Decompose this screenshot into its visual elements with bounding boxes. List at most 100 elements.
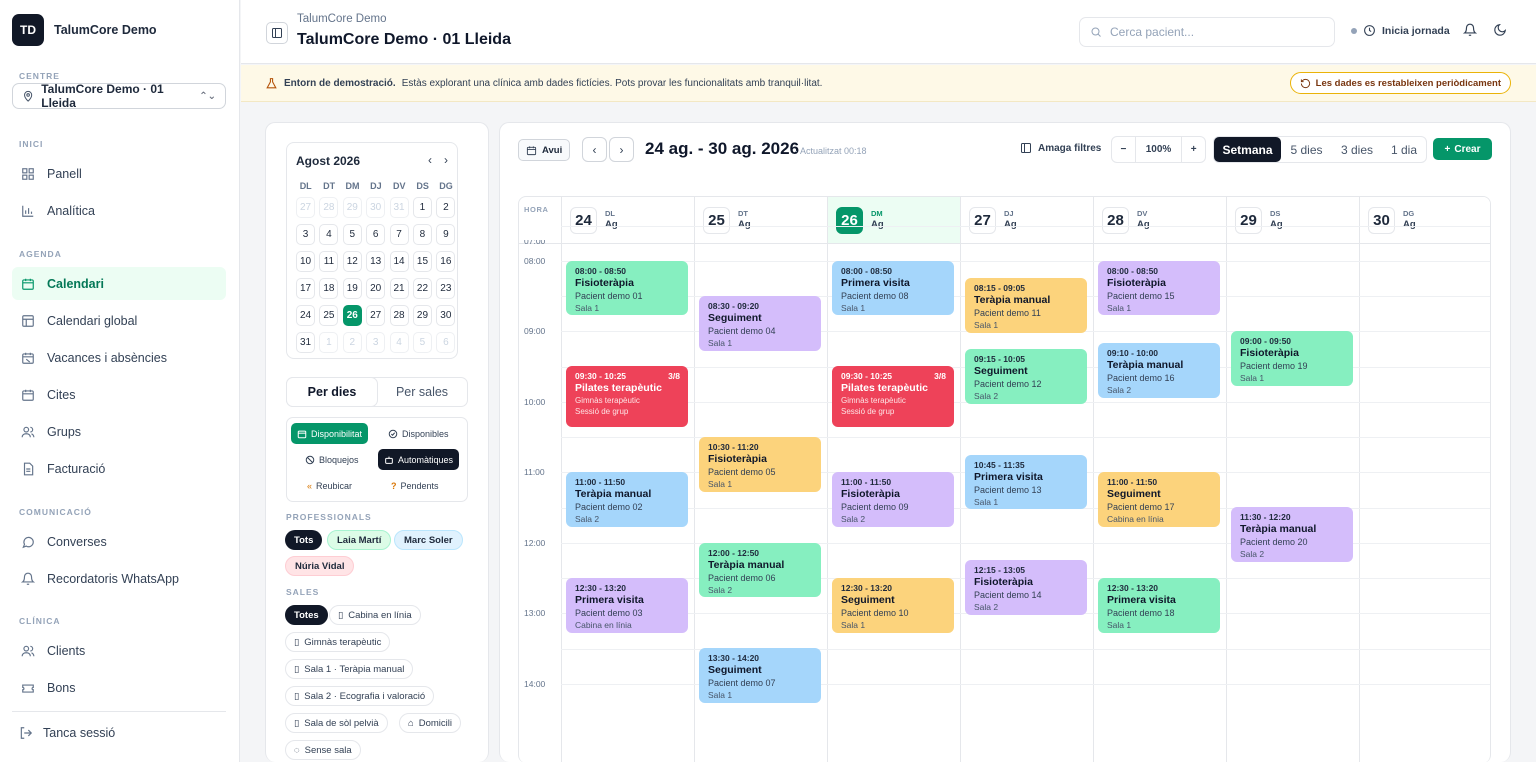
mini-calendar-day[interactable]: 29 bbox=[342, 197, 362, 218]
mini-calendar-day[interactable]: 2 bbox=[436, 197, 456, 218]
mini-calendar-day[interactable]: 29 bbox=[412, 305, 432, 326]
filter-disponibilitat[interactable]: Disponibilitat bbox=[291, 423, 369, 444]
appointment-card[interactable]: 12:00 - 12:50 Teràpia manual Pacient demo … bbox=[699, 542, 821, 598]
day-column-header[interactable]: 29 DS Ag bbox=[1226, 197, 1359, 243]
prev-week-button[interactable]: ‹ bbox=[582, 137, 607, 162]
professional-chip-tots[interactable]: Tots bbox=[285, 530, 323, 550]
mini-calendar-day[interactable]: 30 bbox=[366, 197, 386, 218]
appointment-card[interactable]: 09:30 - 10:25 Pilates terapèutic Gimnàs te… bbox=[566, 366, 688, 427]
professional-chip-nuria[interactable]: Núria Vidal bbox=[285, 556, 355, 576]
appointment-card[interactable]: 09:30 - 10:25 Pilates terapèutic Gimnàs te… bbox=[832, 366, 954, 427]
mini-calendar-day[interactable]: 6 bbox=[436, 332, 456, 353]
mini-calendar-day[interactable]: 14 bbox=[389, 251, 409, 272]
appointment-card[interactable]: 12:15 - 13:05 Fisioteràpia Pacient demo 14… bbox=[965, 560, 1087, 615]
mini-calendar-day[interactable]: 3 bbox=[366, 332, 386, 353]
sidebar-item-calendari-global[interactable]: Calendari global bbox=[12, 304, 226, 337]
day-column-header[interactable]: 26 DM Ag bbox=[827, 197, 960, 243]
appointment-card[interactable]: 13:30 - 14:20 Seguiment Pacient demo 07 Sal… bbox=[699, 648, 821, 704]
appointment-card[interactable]: 12:30 - 13:20 Primera visita Pacient demo … bbox=[1098, 577, 1220, 633]
day-column-header[interactable]: 30 DG Ag bbox=[1359, 197, 1490, 243]
mini-calendar-day[interactable]: 24 bbox=[296, 305, 315, 326]
mini-calendar-day[interactable]: 15 bbox=[412, 251, 432, 272]
room-chip-sense[interactable]: ◌ Sense sala bbox=[285, 740, 361, 760]
brand[interactable]: TD TalumCore Demo bbox=[12, 14, 157, 46]
mini-calendar-day[interactable]: 21 bbox=[389, 278, 409, 299]
zoom-in-button[interactable]: + bbox=[1182, 144, 1205, 155]
mini-calendar-day[interactable]: 9 bbox=[436, 224, 456, 245]
day-column-header[interactable]: 27 DJ Ag bbox=[960, 197, 1093, 243]
day-column-header[interactable]: 28 DV Ag bbox=[1093, 197, 1226, 243]
filter-bloquejos[interactable]: Bloquejos bbox=[299, 449, 365, 470]
mini-calendar-day[interactable]: 28 bbox=[389, 305, 409, 326]
mini-calendar-day[interactable]: 12 bbox=[342, 251, 362, 272]
appointment-card[interactable]: 11:00 - 11:50 Fisioteràpia Pacient demo 09… bbox=[832, 472, 954, 527]
appointment-card[interactable]: 08:00 - 08:50 Fisioteràpia Pacient demo 15… bbox=[1098, 260, 1220, 316]
appointment-card[interactable]: 11:00 - 11:50 Teràpia manual Pacient demo … bbox=[566, 472, 688, 527]
filter-pendents[interactable]: ? Pendents bbox=[385, 475, 445, 496]
sidebar-item-recordatoris[interactable]: Recordatoris WhatsApp bbox=[12, 562, 226, 595]
mini-calendar-day[interactable]: 13 bbox=[366, 251, 386, 272]
room-chip-sol[interactable]: ▯ Sala de sòl pelvià bbox=[285, 713, 388, 733]
room-chip-sala2[interactable]: ▯ Sala 2 · Ecografia i valoració bbox=[285, 686, 435, 706]
view-1-dia[interactable]: 1 dia bbox=[1382, 137, 1426, 162]
sidebar-item-bons[interactable]: Bons bbox=[12, 671, 226, 704]
sidebar-item-grups[interactable]: Grups bbox=[12, 415, 226, 448]
appointment-card[interactable]: 10:30 - 11:20 Fisioteràpia Pacient demo 05… bbox=[699, 436, 821, 492]
mode-per-dies[interactable]: Per dies bbox=[287, 378, 377, 406]
mini-calendar-day[interactable]: 27 bbox=[366, 305, 386, 326]
mini-calendar-day[interactable]: 31 bbox=[389, 197, 409, 218]
mini-calendar-day[interactable]: 30 bbox=[436, 305, 456, 326]
professional-chip-laia[interactable]: Laia Martí bbox=[327, 530, 392, 550]
hide-filters-button[interactable]: Amaga filtres bbox=[1020, 142, 1101, 154]
sidebar-toggle-button[interactable] bbox=[266, 22, 288, 44]
logout-button[interactable]: Tanca sessió bbox=[19, 726, 115, 740]
sidebar-item-facturacio[interactable]: Facturació bbox=[12, 452, 226, 485]
sidebar-item-cites[interactable]: Cites bbox=[12, 378, 226, 411]
day-column-header[interactable]: 25 DT Ag bbox=[694, 197, 827, 243]
mini-calendar-day[interactable]: 17 bbox=[296, 278, 315, 299]
centre-select[interactable]: TalumCore Demo · 01 Lleida ⌃⌄ bbox=[12, 82, 226, 110]
mini-calendar-day[interactable]: 11 bbox=[319, 251, 339, 272]
mini-calendar-day[interactable]: 10 bbox=[296, 251, 315, 272]
sidebar-item-converses[interactable]: Converses bbox=[12, 525, 226, 558]
day-column-header[interactable]: 24 DL Ag bbox=[561, 197, 694, 243]
view-5-dies[interactable]: 5 dies bbox=[1281, 137, 1332, 162]
mini-calendar-day[interactable]: 28 bbox=[319, 197, 339, 218]
mini-calendar-day[interactable]: 19 bbox=[342, 278, 362, 299]
room-chip-gimnas[interactable]: ▯ Gimnàs terapèutic bbox=[285, 632, 391, 652]
mini-calendar-day[interactable]: 6 bbox=[366, 224, 386, 245]
sidebar-item-vacances[interactable]: Vacances i absències bbox=[12, 341, 226, 374]
mini-calendar-day[interactable]: 7 bbox=[389, 224, 409, 245]
mini-calendar-day-selected[interactable]: 26 bbox=[342, 305, 362, 326]
mode-per-sales[interactable]: Per sales bbox=[377, 378, 467, 406]
theme-toggle-button[interactable] bbox=[1493, 23, 1507, 40]
view-setmana[interactable]: Setmana bbox=[1214, 137, 1281, 162]
mini-calendar-day[interactable]: 16 bbox=[436, 251, 456, 272]
appointment-card[interactable]: 09:10 - 10:00 Teràpia manual Pacient demo … bbox=[1098, 342, 1220, 398]
appointment-card[interactable]: 12:30 - 13:20 Seguiment Pacient demo 10 Sal… bbox=[832, 577, 954, 633]
search-input[interactable]: Cerca pacient... bbox=[1079, 17, 1335, 47]
sidebar-item-analitica[interactable]: Analítica bbox=[12, 194, 226, 227]
mini-calendar-day[interactable]: 8 bbox=[412, 224, 432, 245]
zoom-out-button[interactable]: − bbox=[1112, 144, 1135, 155]
filter-disponibles[interactable]: Disponibles bbox=[382, 423, 455, 444]
professional-chip-marc[interactable]: Marc Soler bbox=[394, 530, 463, 550]
mini-calendar-day[interactable]: 4 bbox=[319, 224, 339, 245]
room-chip-cabina[interactable]: ▯ Cabina en línia bbox=[329, 605, 421, 625]
mini-calendar-day[interactable]: 1 bbox=[412, 197, 432, 218]
mini-calendar-day[interactable]: 2 bbox=[342, 332, 362, 353]
appointment-card[interactable]: 09:15 - 10:05 Seguiment Pacient demo 12 Sal… bbox=[965, 348, 1087, 404]
filter-automatiques[interactable]: Automàtiques bbox=[378, 449, 460, 470]
room-chip-domicili[interactable]: ⌂ Domicili bbox=[399, 713, 461, 733]
view-3-dies[interactable]: 3 dies bbox=[1332, 137, 1382, 162]
create-button[interactable]: + Crear bbox=[1433, 138, 1492, 160]
room-chip-totes[interactable]: Totes bbox=[285, 605, 328, 625]
mini-calendar-day[interactable]: 5 bbox=[412, 332, 432, 353]
appointment-card[interactable]: 08:00 - 08:50 Fisioteràpia Pacient demo 01… bbox=[566, 260, 688, 316]
sidebar-item-calendari[interactable]: Calendari bbox=[12, 267, 226, 300]
mini-calendar-day[interactable]: 22 bbox=[412, 278, 432, 299]
appointment-card[interactable]: 11:00 - 11:50 Seguiment Pacient demo 17 Cab… bbox=[1098, 472, 1220, 527]
appointment-card[interactable]: 08:00 - 08:50 Primera visita Pacient demo … bbox=[832, 260, 954, 316]
mini-calendar-day[interactable]: 25 bbox=[319, 305, 339, 326]
mini-calendar-day[interactable]: 20 bbox=[366, 278, 386, 299]
